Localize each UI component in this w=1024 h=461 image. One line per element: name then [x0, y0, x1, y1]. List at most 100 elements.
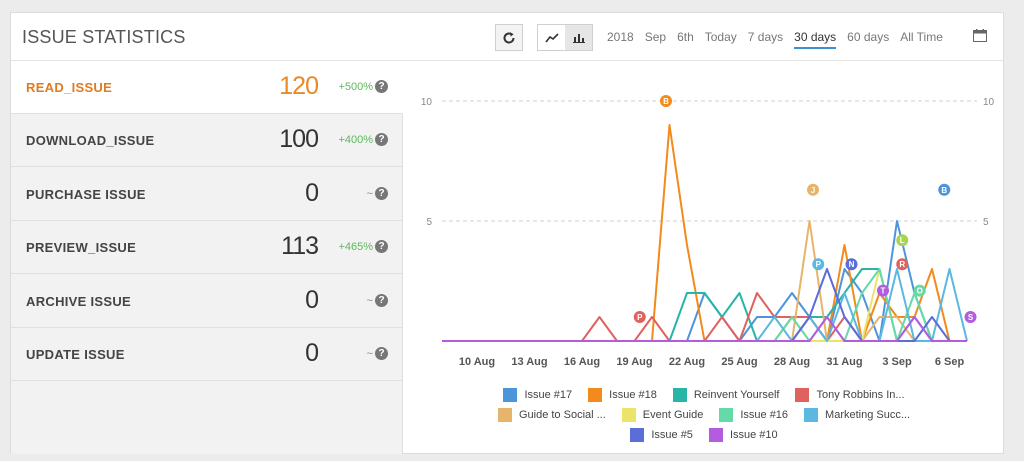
legend-item[interactable]: Issue #10: [708, 428, 778, 442]
legend-label: Event Guide: [642, 409, 704, 421]
legend-label: Issue #5: [651, 429, 693, 441]
annotation-marker: O: [913, 284, 926, 297]
metric-label: PREVIEW_ISSUE: [26, 240, 137, 256]
x-tick-label: 31 Aug: [826, 356, 862, 368]
legend-swatch: [795, 388, 810, 402]
legend-swatch: [719, 408, 734, 422]
range-option[interactable]: 2018: [607, 30, 634, 49]
x-tick-label: 6 Sep: [935, 356, 965, 368]
marker-letter: S: [968, 313, 974, 322]
metric-value: 0: [305, 285, 319, 314]
range-option[interactable]: 60 days: [847, 30, 889, 49]
legend-label: Issue #16: [740, 409, 789, 421]
legend-item[interactable]: Issue #5: [630, 428, 693, 442]
help-icon[interactable]: ?: [375, 133, 388, 147]
panel-title: ISSUE STATISTICS: [22, 27, 186, 47]
metric-value: 0: [305, 339, 319, 367]
legend-swatch: [708, 428, 723, 442]
range-option[interactable]: 30 days: [794, 30, 837, 49]
range-option[interactable]: Sep: [645, 30, 666, 49]
calendar-icon: [973, 29, 987, 42]
calendar-button[interactable]: [973, 29, 987, 45]
bar-chart-button[interactable]: [565, 25, 592, 50]
legend-label: Tony Robbins In...: [816, 389, 905, 401]
range-option[interactable]: Today: [705, 30, 737, 49]
metric-row[interactable]: PREVIEW_ISSUE 113 +465%?: [11, 221, 403, 275]
annotation-marker: R: [896, 258, 909, 271]
marker-letter: B: [941, 186, 947, 195]
legend-item[interactable]: Issue #16: [719, 408, 788, 422]
marker-letter: N: [849, 260, 855, 269]
metric-value: 100: [279, 125, 319, 154]
legend-item[interactable]: Tony Robbins In...: [795, 388, 905, 402]
x-tick-label: 10 Aug: [459, 356, 495, 368]
range-option[interactable]: 6th: [677, 30, 694, 49]
legend-row: Issue #5 Issue #10: [404, 425, 1004, 445]
annotation-marker: B: [938, 183, 951, 196]
legend-item[interactable]: Reinvent Yourself: [672, 388, 779, 402]
x-tick-label: 28 Aug: [774, 356, 810, 368]
metric-label: PURCHASE ISSUE: [26, 186, 146, 202]
marker-letter: L: [900, 236, 905, 245]
line-chart: 5 5 10 10 10 Aug 13 Aug 16 Aug 19 Aug 22 Aug 25 A…: [421, 95, 995, 368]
marker-letter: T: [881, 287, 886, 296]
issue-statistics-panel: ISSUE STATISTICS 2018 Sep 6th Today 7 da…: [10, 12, 1004, 454]
metric-label: READ_ISSUE: [26, 80, 113, 95]
legend-item[interactable]: Issue #18: [588, 388, 657, 402]
help-icon[interactable]: ?: [375, 186, 388, 200]
y-tick-label-left: 5: [426, 217, 432, 228]
metric-row[interactable]: PURCHASE ISSUE 0 ~?: [11, 168, 403, 221]
legend-label: Issue #10: [729, 429, 778, 441]
marker-letter: B: [663, 97, 669, 106]
help-icon[interactable]: ?: [375, 347, 388, 360]
metric-change: ~: [366, 294, 373, 307]
marker-letter: P: [816, 260, 822, 269]
line-chart-icon: [544, 32, 559, 42]
metric-label: UPDATE ISSUE: [26, 347, 125, 362]
chart-legend: Issue #17 Issue #18 Reinvent Yourself Tony …: [404, 385, 1004, 445]
marker-letter: P: [637, 313, 643, 322]
range-option[interactable]: All Time: [900, 30, 943, 49]
legend-swatch: [503, 388, 518, 402]
metric-label: DOWNLOAD_ISSUE: [26, 133, 155, 149]
annotation-marker: B: [660, 95, 672, 107]
help-icon[interactable]: ?: [375, 240, 388, 254]
refresh-button[interactable]: [495, 24, 523, 51]
metric-label: ARCHIVE ISSUE: [26, 293, 132, 309]
legend-item[interactable]: Issue #17: [503, 388, 572, 402]
chart-area: 5 5 10 10 10 Aug 13 Aug 16 Aug 19 Aug 22 Aug 25 A…: [404, 61, 1004, 454]
legend-item[interactable]: Event Guide: [621, 408, 704, 422]
legend-item[interactable]: Guide to Social ...: [497, 408, 606, 422]
help-icon[interactable]: ?: [375, 293, 388, 307]
metric-row[interactable]: ARCHIVE ISSUE 0 ~?: [11, 275, 403, 328]
annotation-marker: T: [877, 284, 889, 297]
metrics-sidebar: READ_ISSUE 120 +500%? DOWNLOAD_ISSUE 100 +400…: [11, 61, 403, 454]
marker-letter: J: [811, 186, 815, 195]
legend-swatch: [588, 388, 603, 402]
legend-label: Issue #17: [524, 389, 573, 401]
x-tick-label: 3 Sep: [882, 356, 912, 368]
help-icon[interactable]: ?: [375, 80, 388, 93]
x-tick-label: 25 Aug: [721, 356, 757, 368]
annotation-marker: S: [964, 311, 977, 323]
metric-value: 120: [279, 72, 319, 100]
x-tick-label: 22 Aug: [669, 356, 705, 368]
series-line: [442, 220, 967, 342]
legend-swatch: [804, 408, 819, 422]
range-option[interactable]: 7 days: [748, 30, 783, 49]
refresh-icon: [503, 31, 515, 43]
metric-row[interactable]: DOWNLOAD_ISSUE 100 +400%?: [11, 114, 403, 168]
legend-swatch: [621, 408, 636, 422]
metric-change: +400%: [338, 134, 373, 147]
annotation-marker: P: [812, 258, 825, 271]
line-chart-button[interactable]: [538, 25, 565, 50]
metric-row[interactable]: READ_ISSUE 120 +500%?: [11, 61, 403, 114]
x-tick-label: 19 Aug: [616, 356, 652, 368]
panel-header: ISSUE STATISTICS 2018 Sep 6th Today 7 da…: [11, 13, 1003, 61]
annotation-marker: P: [633, 311, 646, 323]
legend-swatch: [630, 428, 645, 442]
marker-letter: R: [899, 260, 905, 269]
metric-change: +500%: [338, 81, 373, 93]
metric-row[interactable]: UPDATE ISSUE 0 ~?: [11, 328, 403, 381]
legend-item[interactable]: Marketing Succ...: [804, 408, 910, 422]
